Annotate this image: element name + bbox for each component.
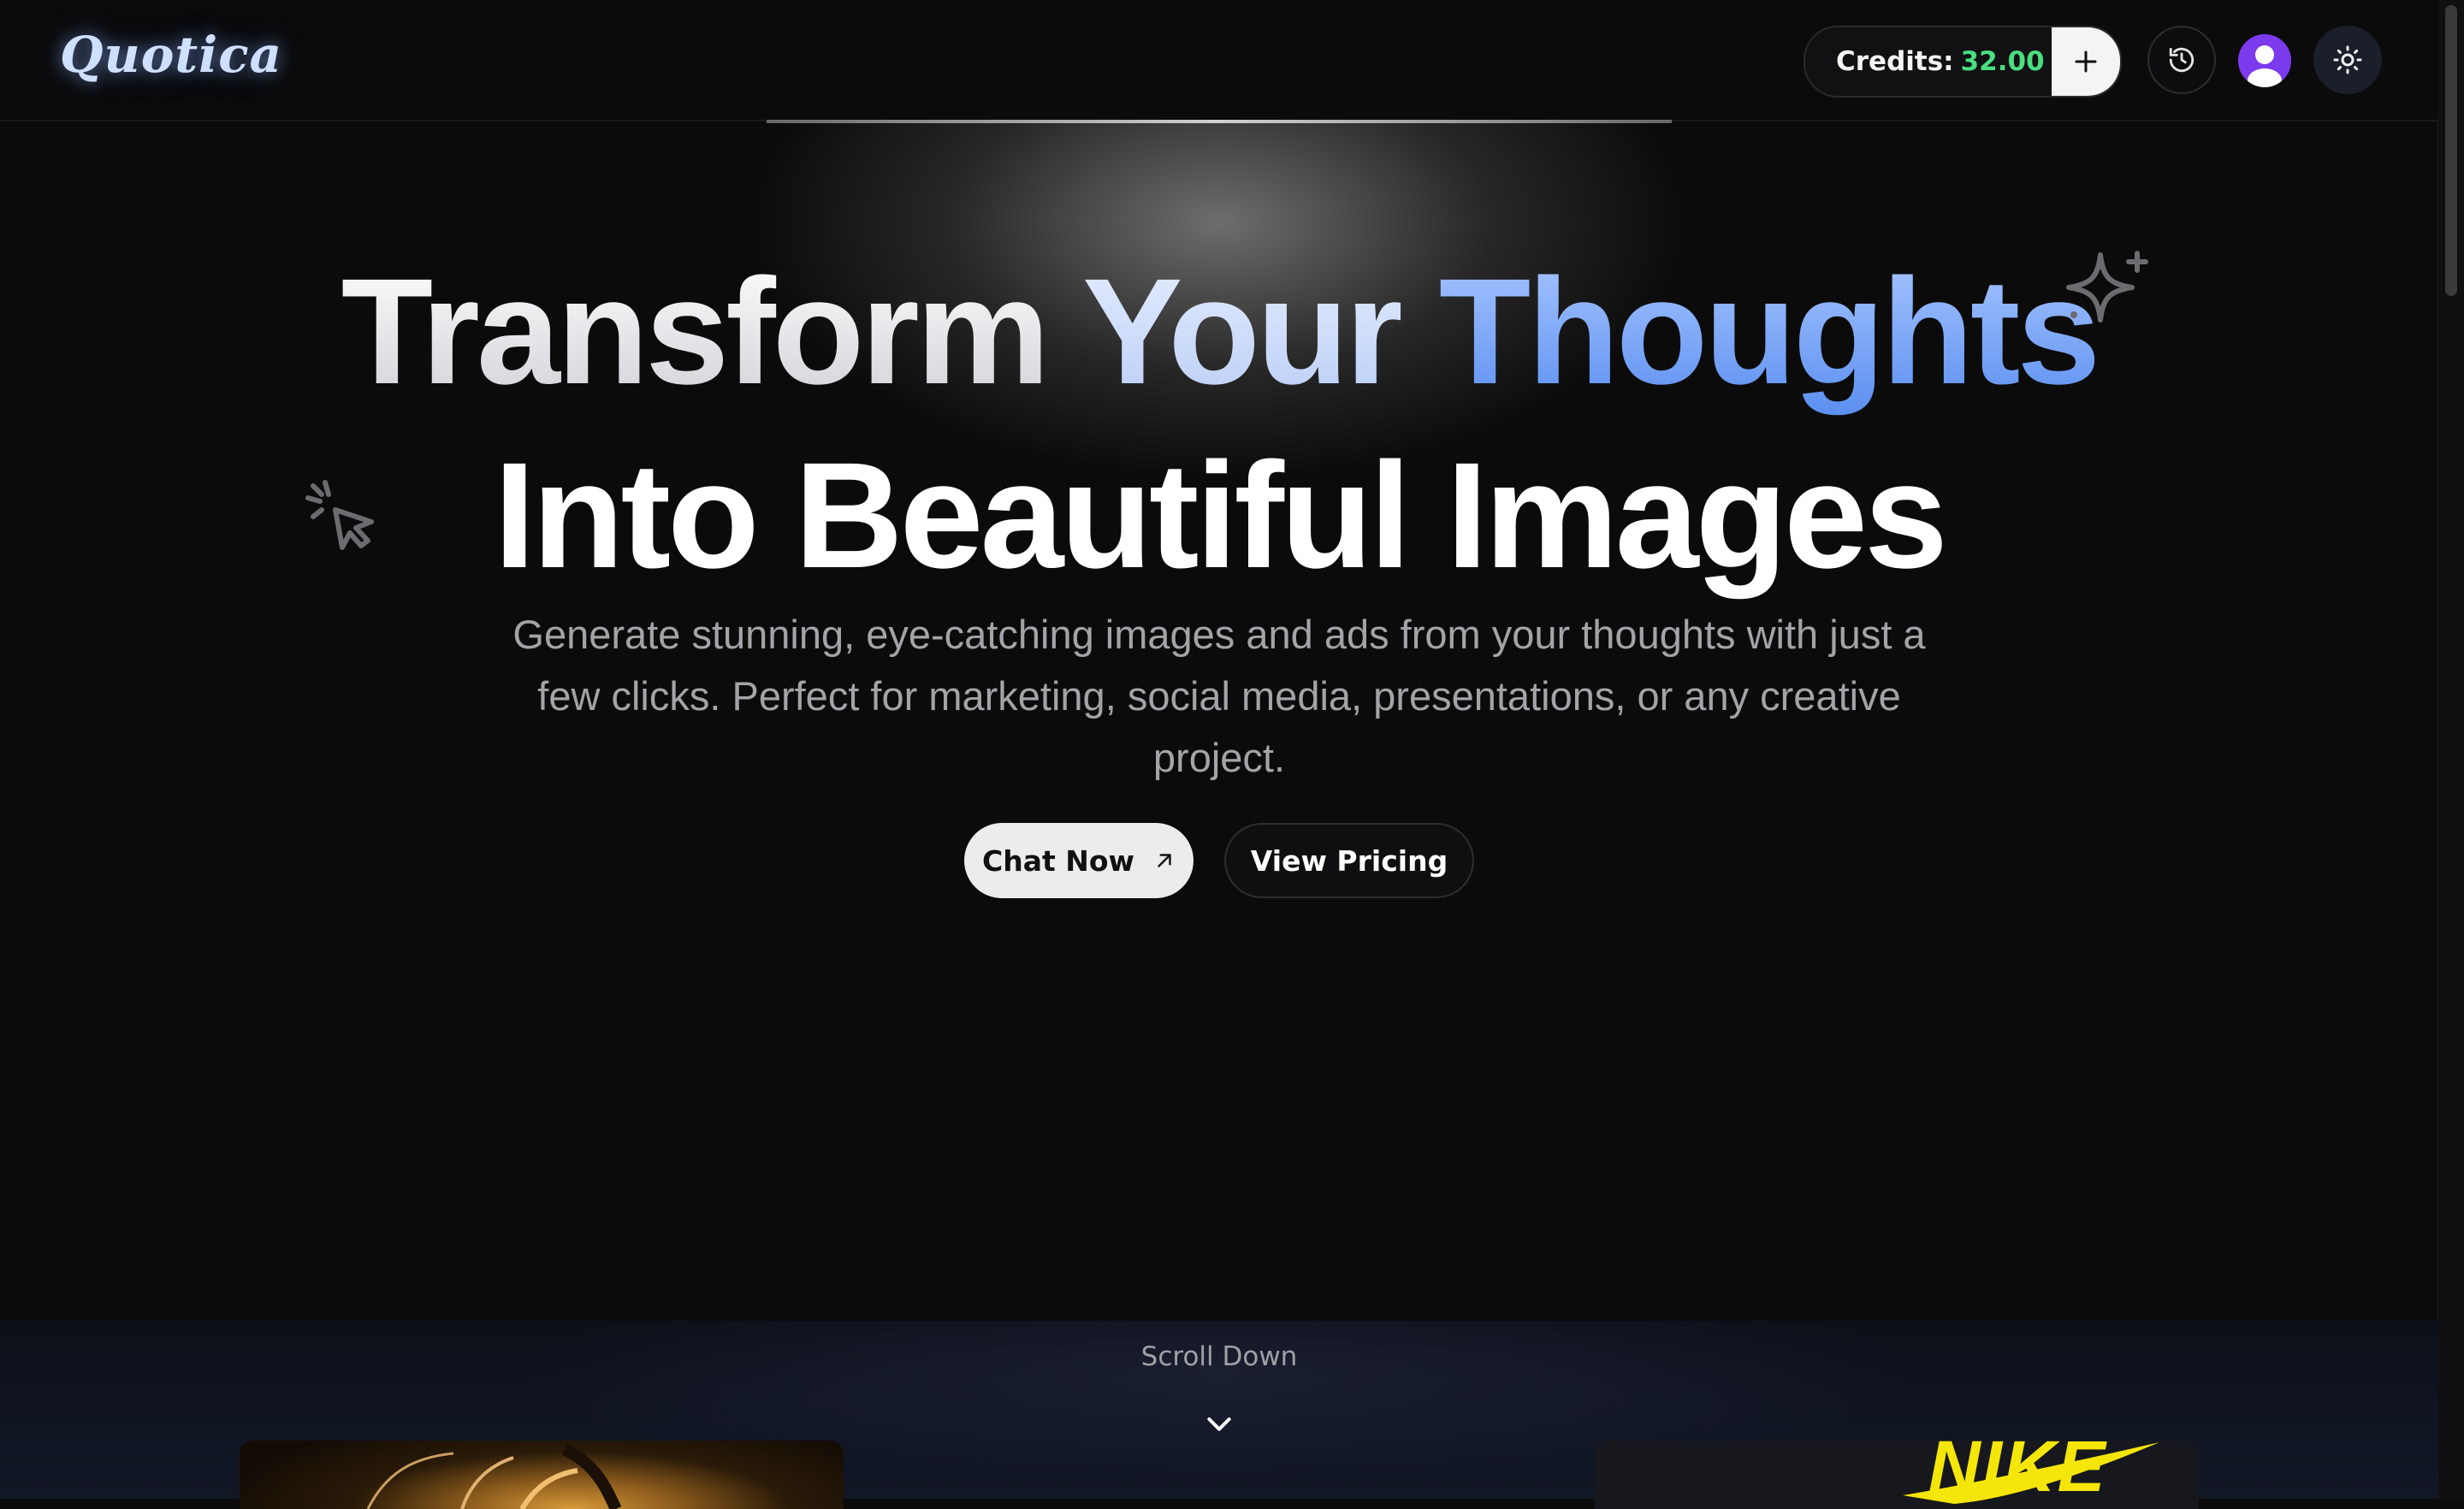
scrollbar-thumb[interactable]	[2445, 5, 2457, 296]
artwork-image	[366, 1443, 622, 1509]
hero-cta-row: Chat Now View Pricing	[0, 823, 2438, 898]
arrow-up-right-icon	[1158, 854, 1171, 867]
hero-subtitle: Generate stunning, eye-catching images a…	[512, 612, 1926, 780]
hero-title-word-your: Your	[1082, 248, 1404, 416]
plus-icon	[2075, 50, 2097, 73]
user-avatar-icon	[2238, 34, 2291, 87]
hero-title-word-transform: Transform	[341, 248, 1051, 416]
history-button[interactable]	[2147, 26, 2216, 94]
sun-icon	[2333, 45, 2362, 74]
history-icon	[2169, 47, 2194, 73]
hero-title-word-thoughts: Thoughts	[1438, 248, 2101, 416]
showcase-card-left[interactable]	[240, 1441, 844, 1509]
chat-now-button[interactable]: Chat Now	[964, 823, 1194, 898]
theme-toggle-button[interactable]	[2313, 26, 2382, 94]
showcase-card-right[interactable]: NIKE	[1595, 1441, 2199, 1509]
sparkle-icon	[2066, 251, 2148, 323]
view-pricing-label: View Pricing	[1250, 843, 1448, 878]
logo[interactable]: Quotica	[60, 26, 282, 84]
scroll-down-label[interactable]: Scroll Down	[0, 1341, 2438, 1372]
nike-brand-text: NIKE	[1928, 1441, 2107, 1506]
chat-now-label: Chat Now	[981, 843, 1135, 878]
credits-label: Credits:	[1836, 46, 1954, 77]
credits-pill: Credits: 32.00	[1804, 26, 2122, 98]
view-pricing-button[interactable]: View Pricing	[1224, 823, 1474, 898]
credits-display: Credits: 32.00	[1805, 46, 2052, 77]
top-navbar: Quotica Credits: 32.00	[0, 0, 2438, 121]
spotlight-beam-line	[767, 120, 1672, 123]
add-credits-button[interactable]	[2052, 27, 2120, 96]
page-scrollbar[interactable]	[2437, 0, 2464, 1499]
chevron-down-icon[interactable]	[1202, 1406, 1236, 1441]
user-avatar-button[interactable]	[2238, 34, 2291, 87]
cursor-click-icon	[305, 480, 374, 550]
credits-value: 32.00	[1960, 46, 2045, 77]
